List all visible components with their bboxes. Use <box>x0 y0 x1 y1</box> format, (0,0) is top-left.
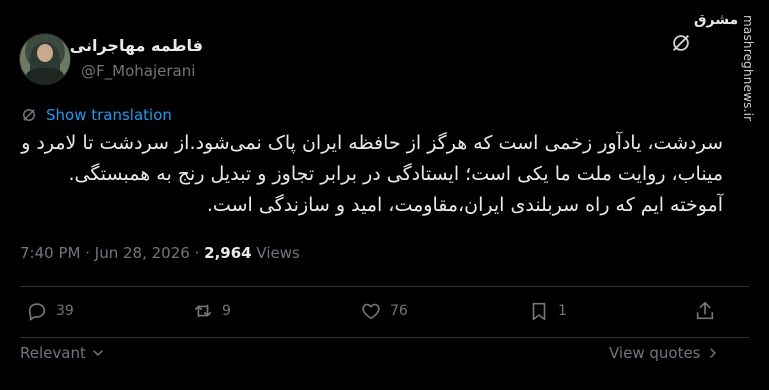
show-translation-label: Show translation <box>46 106 172 124</box>
bookmark-icon <box>532 302 546 321</box>
tweet-meta: 7:40 PM · Jun 28, 2026 · 2,964 Views <box>20 244 300 262</box>
divider <box>20 286 749 287</box>
tweet-actions: 39 9 76 1 <box>20 300 729 334</box>
chevron-down-icon <box>93 350 103 356</box>
like-icon <box>362 303 380 320</box>
site-watermark: mashreghnews.ir <box>741 15 755 122</box>
avatar[interactable] <box>19 33 71 85</box>
repost-button[interactable]: 9 <box>192 300 231 322</box>
like-count: 76 <box>390 303 408 319</box>
reply-icon <box>28 303 46 321</box>
author-handle[interactable]: @F_Mohajerani <box>81 62 195 80</box>
repost-icon <box>194 304 212 318</box>
reply-button[interactable]: 39 <box>26 300 74 322</box>
tweet-date[interactable]: Jun 28, 2026 <box>95 244 190 262</box>
like-button[interactable]: 76 <box>360 300 408 322</box>
meta-separator: · <box>194 244 200 262</box>
repost-count: 9 <box>222 303 231 319</box>
bookmark-button[interactable]: 1 <box>528 300 567 322</box>
share-icon <box>696 301 714 320</box>
view-quotes-link[interactable]: View quotes <box>609 344 721 362</box>
view-quotes-label: View quotes <box>609 344 701 362</box>
chevron-right-icon <box>709 348 716 358</box>
tweet-time[interactable]: 7:40 PM <box>20 244 80 262</box>
divider <box>20 337 749 338</box>
brand-logo-icon <box>673 35 689 51</box>
share-button[interactable] <box>694 300 716 322</box>
sort-dropdown[interactable]: Relevant <box>20 344 106 362</box>
show-translation-button[interactable]: Show translation <box>20 106 172 124</box>
sort-label: Relevant <box>20 344 86 362</box>
translate-icon <box>23 109 35 121</box>
bookmark-count: 1 <box>558 303 567 319</box>
brand-name: مشرق <box>694 12 739 28</box>
reply-count: 39 <box>56 303 74 319</box>
views-label: Views <box>256 244 300 262</box>
meta-separator: · <box>85 244 91 262</box>
views-count: 2,964 <box>204 244 252 262</box>
tweet-text: سردشت، یادآور زخمی است که هرگز از حافظه … <box>21 132 723 216</box>
author-name[interactable]: فاطمه مهاجرانی <box>70 36 203 55</box>
